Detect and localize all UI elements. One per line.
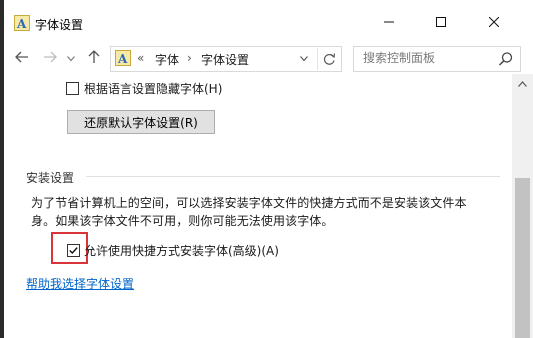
highlight-annotation-box bbox=[51, 232, 88, 264]
navigation-bar: A « 字体 › 字体设置 bbox=[4, 44, 533, 74]
breadcrumb-separator[interactable]: › bbox=[187, 51, 192, 65]
arrow-left-icon bbox=[15, 51, 29, 66]
allow-shortcut-label[interactable]: 允许使用快捷方式安装字体(高级)(A) bbox=[84, 242, 279, 259]
font-settings-window: A 字体设置 A « 字体 › 字体设置 搜索控制面板 根据语言设置隐藏字体(H… bbox=[0, 0, 533, 338]
search-icon[interactable] bbox=[498, 51, 514, 67]
svg-text:A: A bbox=[16, 17, 27, 31]
vertical-scrollbar[interactable] bbox=[512, 74, 533, 338]
title-bar[interactable]: A 字体设置 bbox=[4, 0, 533, 44]
chevron-down-icon bbox=[67, 51, 75, 65]
refresh-icon bbox=[323, 52, 335, 65]
address-dropdown-button[interactable] bbox=[297, 51, 311, 67]
up-button[interactable] bbox=[84, 48, 104, 68]
install-settings-heading: 安装设置 bbox=[26, 171, 75, 185]
minimize-icon bbox=[384, 16, 394, 30]
scroll-up-button[interactable] bbox=[512, 74, 533, 94]
maximize-button[interactable] bbox=[418, 8, 464, 38]
close-button[interactable] bbox=[471, 8, 517, 38]
scroll-thumb[interactable] bbox=[515, 178, 530, 338]
recent-locations-button[interactable] bbox=[64, 48, 78, 68]
arrow-up-icon bbox=[88, 49, 100, 67]
settings-content: 根据语言设置隐藏字体(H) 还原默认字体设置(R) 安装设置 为了节省计算机上的… bbox=[4, 74, 512, 338]
install-description-line2: 身。如果该字体文件不可用，则你可能无法使用该字体。 bbox=[31, 214, 334, 228]
help-font-settings-link[interactable]: 帮助我选择字体设置 bbox=[26, 275, 134, 292]
font-folder-icon: A bbox=[115, 50, 131, 66]
chevron-down-icon bbox=[300, 56, 308, 62]
search-box[interactable] bbox=[353, 46, 521, 72]
arrow-right-icon bbox=[43, 51, 57, 66]
svg-text:A: A bbox=[117, 52, 128, 66]
breadcrumb-fonts[interactable]: 字体 bbox=[155, 51, 179, 68]
close-icon bbox=[488, 16, 500, 30]
restore-default-button[interactable]: 还原默认字体设置(R) bbox=[67, 110, 215, 134]
maximize-icon bbox=[436, 16, 446, 30]
forward-button[interactable] bbox=[40, 48, 60, 68]
minimize-button[interactable] bbox=[366, 8, 412, 38]
back-button[interactable] bbox=[12, 48, 32, 68]
breadcrumb-overflow[interactable]: « bbox=[137, 51, 144, 65]
hide-fonts-label[interactable]: 根据语言设置隐藏字体(H) bbox=[84, 80, 222, 97]
breadcrumb-font-settings[interactable]: 字体设置 bbox=[201, 51, 249, 68]
section-divider bbox=[86, 176, 500, 177]
window-title: 字体设置 bbox=[35, 18, 84, 32]
hide-fonts-checkbox[interactable] bbox=[66, 82, 79, 95]
address-bar[interactable]: A « 字体 › 字体设置 bbox=[110, 46, 342, 72]
search-input[interactable] bbox=[355, 48, 501, 68]
chevron-up-icon bbox=[518, 81, 527, 87]
refresh-button[interactable] bbox=[317, 48, 340, 70]
install-description-line1: 为了节省计算机上的空间，可以选择安装字体文件的快捷方式而不是安装该文件本 bbox=[31, 196, 467, 210]
font-a-icon: A bbox=[14, 15, 30, 31]
